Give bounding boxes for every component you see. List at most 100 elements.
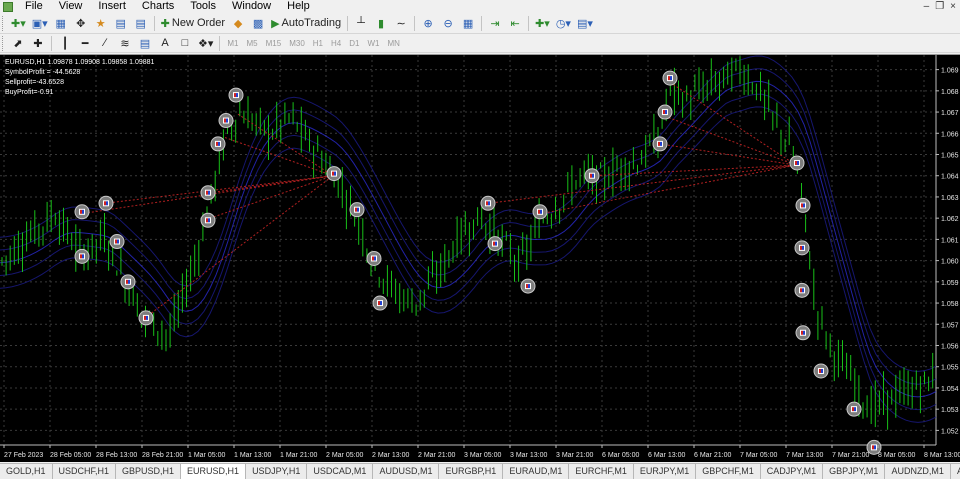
trade-marker-icon <box>82 209 84 214</box>
chart-tab[interactable]: CADJPY,M1 <box>760 464 824 479</box>
toolbar-grip[interactable] <box>2 35 5 51</box>
price-axis-label: 1.057 <box>941 322 959 329</box>
restore-icon[interactable]: ❐ <box>935 0 944 13</box>
price-chart[interactable]: 1.069 1.068 1.067 1.066 1.065 1.064 1.063 1.062… <box>0 55 960 463</box>
trade-marker-icon <box>236 93 238 98</box>
trade-marker-icon <box>526 284 528 289</box>
trendline-icon[interactable]: ∕ <box>96 35 114 52</box>
timeframe-m1[interactable]: M1 <box>223 39 242 48</box>
market-watch-icon[interactable]: ▦ <box>52 15 70 32</box>
zoom-in-icon[interactable]: ⊕ <box>419 15 437 32</box>
new-order-button[interactable]: ✚ New Order <box>159 15 227 32</box>
navigator-icon[interactable]: ★ <box>92 15 110 32</box>
trade-marker-icon <box>538 209 540 214</box>
chart-tab[interactable]: GBPJPY,M1 <box>823 464 886 479</box>
autotrading-button[interactable]: ▶ AutoTrading <box>269 15 343 32</box>
timeframe-mn[interactable]: MN <box>383 39 403 48</box>
data-window-icon[interactable]: ✥ <box>72 15 90 32</box>
trade-marker-icon <box>802 288 804 293</box>
chart-tab[interactable]: EURAUD,M1 <box>503 464 570 479</box>
chart-tab[interactable]: EURJPY,M1 <box>633 464 697 479</box>
trade-marker-icon <box>665 110 667 115</box>
metaeditor-icon[interactable]: ◆ <box>229 15 247 32</box>
trade-marker-icon <box>206 218 208 223</box>
new-chart-icon[interactable]: ✚▾ <box>9 15 28 32</box>
chart-shift-icon[interactable]: ⇤ <box>506 15 524 32</box>
toolbar-separator <box>153 15 155 31</box>
indicators-icon[interactable]: ✚▾ <box>533 15 552 32</box>
vertical-line-icon[interactable]: ┃ <box>56 35 74 52</box>
auto-scroll-icon[interactable]: ⇥ <box>486 15 504 32</box>
toolbar-grip[interactable] <box>2 15 5 31</box>
strategy-tester-icon[interactable]: ▤ <box>132 15 150 32</box>
chart-tab[interactable]: USDCAD,M1 <box>307 464 374 479</box>
toolbar-separator <box>347 15 349 31</box>
trade-marker-icon <box>495 241 497 246</box>
timeframe-m30[interactable]: M30 <box>285 39 309 48</box>
trade-marker-icon <box>801 330 803 335</box>
price-axis-label: 1.061 <box>941 237 959 244</box>
minimize-icon[interactable]: – <box>924 0 930 13</box>
trade-marker-icon <box>80 209 82 214</box>
trade-marker-icon <box>854 407 856 412</box>
close-icon[interactable]: × <box>950 0 956 13</box>
chart-tab[interactable]: AUDC... <box>950 464 960 479</box>
time-axis-label: 8 Mar 05:00 <box>878 452 915 459</box>
text-icon[interactable]: A <box>156 35 174 52</box>
terminal-window: File View Insert Charts Tools Window Hel… <box>0 0 960 479</box>
cursor-icon[interactable]: ⬈ <box>9 35 27 52</box>
symbol-profit-label: SymbolProfit = -44.5628 <box>5 69 81 76</box>
terminal-icon[interactable]: ▤ <box>112 15 130 32</box>
menu-window[interactable]: Window <box>224 0 279 13</box>
chart-tab[interactable]: USDJPY,H1 <box>246 464 308 479</box>
periods-icon[interactable]: ◷▾ <box>554 15 573 32</box>
menu-view[interactable]: View <box>51 0 91 13</box>
chart-tab[interactable]: GOLD,H1 <box>0 464 53 479</box>
candlesticks-icon[interactable]: ▮ <box>372 15 390 32</box>
chart-tab[interactable]: USDCHF,H1 <box>52 464 117 479</box>
templates-icon[interactable]: ▤▾ <box>575 15 595 32</box>
price-axis-label: 1.062 <box>941 216 959 223</box>
line-chart-icon[interactable]: ∼ <box>392 15 410 32</box>
menu-charts[interactable]: Charts <box>134 0 182 13</box>
horizontal-line-icon[interactable]: ━ <box>76 35 94 52</box>
crosshair-icon[interactable]: ✚ <box>29 35 47 52</box>
menu-tools[interactable]: Tools <box>182 0 224 13</box>
menu-file[interactable]: File <box>17 0 51 13</box>
trade-marker-icon <box>206 190 208 195</box>
zoom-out-icon[interactable]: ⊖ <box>439 15 457 32</box>
trade-marker-icon <box>128 279 130 284</box>
chart-tab[interactable]: AUDUSD,M1 <box>373 464 440 479</box>
trade-marker-icon <box>801 203 803 208</box>
timeframe-m5[interactable]: M5 <box>243 39 262 48</box>
price-axis-label: 1.063 <box>941 195 959 202</box>
trade-line <box>104 175 334 204</box>
chart-tab[interactable]: EURUSD,H1 <box>181 464 247 479</box>
chart-tab[interactable]: EURGBP,H1 <box>439 464 504 479</box>
chart-tab[interactable]: GBPUSD,H1 <box>116 464 182 479</box>
menu-insert[interactable]: Insert <box>90 0 134 13</box>
fibonacci-icon[interactable]: ▤ <box>136 35 154 52</box>
timeframe-h4[interactable]: H4 <box>327 39 345 48</box>
timeframe-w1[interactable]: W1 <box>363 39 383 48</box>
text-label-icon[interactable]: □ <box>176 35 194 52</box>
trade-marker-icon <box>668 76 670 81</box>
timeframe-h1[interactable]: H1 <box>309 39 327 48</box>
timeframe-d1[interactable]: D1 <box>345 39 363 48</box>
equidistant-channel-icon[interactable]: ≋ <box>116 35 134 52</box>
window-controls: – ❐ × <box>924 0 956 13</box>
arrows-icon[interactable]: ❖▾ <box>196 35 215 52</box>
menu-help[interactable]: Help <box>279 0 318 13</box>
moving-average-line <box>0 68 937 385</box>
tile-windows-icon[interactable]: ▦ <box>459 15 477 32</box>
chart-tab[interactable]: EURCHF,M1 <box>569 464 634 479</box>
signals-icon[interactable]: ▩ <box>249 15 267 32</box>
bar-chart-icon[interactable]: ┴ <box>352 15 370 32</box>
chart-tab[interactable]: AUDNZD,M1 <box>885 464 951 479</box>
timeframe-m15[interactable]: M15 <box>262 39 286 48</box>
trade-marker-icon <box>357 207 359 212</box>
chart-symbol-ohlc: EURUSD,H1 1.09878 1.09908 1.09858 1.0988… <box>5 59 155 66</box>
chart-window[interactable]: 1.069 1.068 1.067 1.066 1.065 1.064 1.063 1.062… <box>0 54 960 462</box>
profiles-icon[interactable]: ▣▾ <box>30 15 50 32</box>
chart-tab[interactable]: GBPCHF,M1 <box>696 464 761 479</box>
